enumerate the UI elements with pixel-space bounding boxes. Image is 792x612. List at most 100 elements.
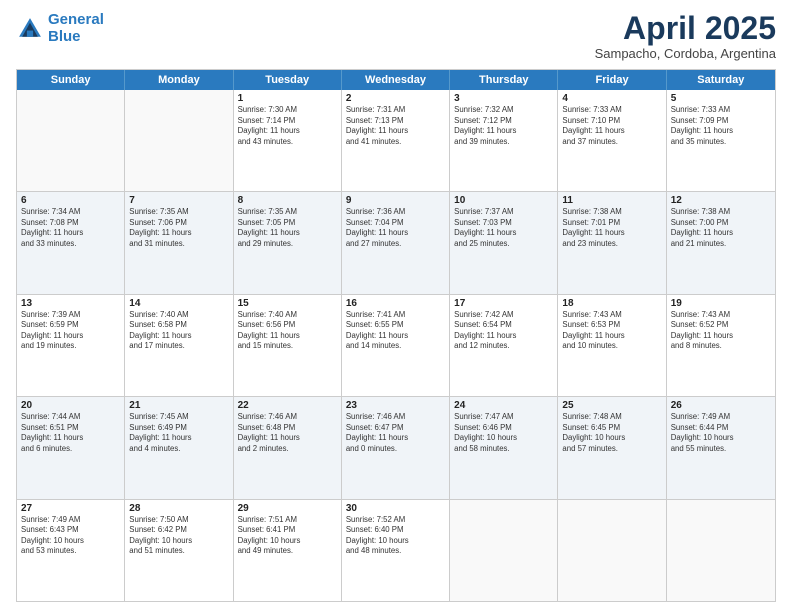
day-cell-15: 15Sunrise: 7:40 AM Sunset: 6:56 PM Dayli… <box>234 295 342 396</box>
sun-info: Sunrise: 7:49 AM Sunset: 6:43 PM Dayligh… <box>21 515 120 557</box>
empty-cell <box>558 500 666 601</box>
empty-cell <box>125 90 233 191</box>
day-number: 18 <box>562 298 661 309</box>
sun-info: Sunrise: 7:40 AM Sunset: 6:56 PM Dayligh… <box>238 310 337 352</box>
day-number: 8 <box>238 195 337 206</box>
header-thursday: Thursday <box>450 70 558 90</box>
day-cell-24: 24Sunrise: 7:47 AM Sunset: 6:46 PM Dayli… <box>450 397 558 498</box>
day-cell-20: 20Sunrise: 7:44 AM Sunset: 6:51 PM Dayli… <box>17 397 125 498</box>
day-cell-10: 10Sunrise: 7:37 AM Sunset: 7:03 PM Dayli… <box>450 192 558 293</box>
day-number: 26 <box>671 400 771 411</box>
header-sunday: Sunday <box>17 70 125 90</box>
sun-info: Sunrise: 7:41 AM Sunset: 6:55 PM Dayligh… <box>346 310 445 352</box>
day-number: 25 <box>562 400 661 411</box>
header-wednesday: Wednesday <box>342 70 450 90</box>
calendar-row-4: 20Sunrise: 7:44 AM Sunset: 6:51 PM Dayli… <box>17 397 775 499</box>
calendar-row-2: 6Sunrise: 7:34 AM Sunset: 7:08 PM Daylig… <box>17 192 775 294</box>
sun-info: Sunrise: 7:33 AM Sunset: 7:10 PM Dayligh… <box>562 105 661 147</box>
sun-info: Sunrise: 7:42 AM Sunset: 6:54 PM Dayligh… <box>454 310 553 352</box>
calendar: Sunday Monday Tuesday Wednesday Thursday… <box>16 69 776 602</box>
day-number: 13 <box>21 298 120 309</box>
day-number: 1 <box>238 93 337 104</box>
day-cell-16: 16Sunrise: 7:41 AM Sunset: 6:55 PM Dayli… <box>342 295 450 396</box>
day-cell-21: 21Sunrise: 7:45 AM Sunset: 6:49 PM Dayli… <box>125 397 233 498</box>
header-friday: Friday <box>558 70 666 90</box>
header-saturday: Saturday <box>667 70 775 90</box>
day-number: 14 <box>129 298 228 309</box>
day-cell-1: 1Sunrise: 7:30 AM Sunset: 7:14 PM Daylig… <box>234 90 342 191</box>
sun-info: Sunrise: 7:46 AM Sunset: 6:47 PM Dayligh… <box>346 412 445 454</box>
calendar-header: Sunday Monday Tuesday Wednesday Thursday… <box>17 70 775 90</box>
day-number: 19 <box>671 298 771 309</box>
sun-info: Sunrise: 7:31 AM Sunset: 7:13 PM Dayligh… <box>346 105 445 147</box>
day-number: 7 <box>129 195 228 206</box>
day-number: 9 <box>346 195 445 206</box>
logo: General Blue <box>16 12 104 45</box>
logo-line2: Blue <box>48 28 81 45</box>
day-number: 22 <box>238 400 337 411</box>
sun-info: Sunrise: 7:32 AM Sunset: 7:12 PM Dayligh… <box>454 105 553 147</box>
day-number: 21 <box>129 400 228 411</box>
day-number: 6 <box>21 195 120 206</box>
sun-info: Sunrise: 7:37 AM Sunset: 7:03 PM Dayligh… <box>454 207 553 249</box>
day-cell-7: 7Sunrise: 7:35 AM Sunset: 7:06 PM Daylig… <box>125 192 233 293</box>
header-tuesday: Tuesday <box>234 70 342 90</box>
day-number: 3 <box>454 93 553 104</box>
day-number: 23 <box>346 400 445 411</box>
sun-info: Sunrise: 7:46 AM Sunset: 6:48 PM Dayligh… <box>238 412 337 454</box>
day-number: 27 <box>21 503 120 514</box>
day-cell-28: 28Sunrise: 7:50 AM Sunset: 6:42 PM Dayli… <box>125 500 233 601</box>
sun-info: Sunrise: 7:51 AM Sunset: 6:41 PM Dayligh… <box>238 515 337 557</box>
day-number: 30 <box>346 503 445 514</box>
logo-text: General Blue <box>48 12 104 45</box>
sun-info: Sunrise: 7:38 AM Sunset: 7:00 PM Dayligh… <box>671 207 771 249</box>
title-block: April 2025 Sampacho, Cordoba, Argentina <box>595 12 776 61</box>
sun-info: Sunrise: 7:39 AM Sunset: 6:59 PM Dayligh… <box>21 310 120 352</box>
header-monday: Monday <box>125 70 233 90</box>
day-number: 17 <box>454 298 553 309</box>
day-number: 11 <box>562 195 661 206</box>
sun-info: Sunrise: 7:49 AM Sunset: 6:44 PM Dayligh… <box>671 412 771 454</box>
title-month: April 2025 <box>595 12 776 44</box>
day-number: 4 <box>562 93 661 104</box>
day-cell-22: 22Sunrise: 7:46 AM Sunset: 6:48 PM Dayli… <box>234 397 342 498</box>
day-cell-13: 13Sunrise: 7:39 AM Sunset: 6:59 PM Dayli… <box>17 295 125 396</box>
day-cell-23: 23Sunrise: 7:46 AM Sunset: 6:47 PM Dayli… <box>342 397 450 498</box>
sun-info: Sunrise: 7:30 AM Sunset: 7:14 PM Dayligh… <box>238 105 337 147</box>
day-number: 12 <box>671 195 771 206</box>
sun-info: Sunrise: 7:52 AM Sunset: 6:40 PM Dayligh… <box>346 515 445 557</box>
empty-cell <box>667 500 775 601</box>
day-cell-2: 2Sunrise: 7:31 AM Sunset: 7:13 PM Daylig… <box>342 90 450 191</box>
header: General Blue April 2025 Sampacho, Cordob… <box>16 12 776 61</box>
day-cell-5: 5Sunrise: 7:33 AM Sunset: 7:09 PM Daylig… <box>667 90 775 191</box>
day-number: 2 <box>346 93 445 104</box>
sun-info: Sunrise: 7:38 AM Sunset: 7:01 PM Dayligh… <box>562 207 661 249</box>
day-cell-3: 3Sunrise: 7:32 AM Sunset: 7:12 PM Daylig… <box>450 90 558 191</box>
day-number: 15 <box>238 298 337 309</box>
day-number: 29 <box>238 503 337 514</box>
day-cell-17: 17Sunrise: 7:42 AM Sunset: 6:54 PM Dayli… <box>450 295 558 396</box>
sun-info: Sunrise: 7:43 AM Sunset: 6:52 PM Dayligh… <box>671 310 771 352</box>
day-cell-26: 26Sunrise: 7:49 AM Sunset: 6:44 PM Dayli… <box>667 397 775 498</box>
day-cell-18: 18Sunrise: 7:43 AM Sunset: 6:53 PM Dayli… <box>558 295 666 396</box>
sun-info: Sunrise: 7:44 AM Sunset: 6:51 PM Dayligh… <box>21 412 120 454</box>
calendar-row-3: 13Sunrise: 7:39 AM Sunset: 6:59 PM Dayli… <box>17 295 775 397</box>
logo-line1: General <box>48 11 104 28</box>
day-cell-14: 14Sunrise: 7:40 AM Sunset: 6:58 PM Dayli… <box>125 295 233 396</box>
day-number: 16 <box>346 298 445 309</box>
day-number: 28 <box>129 503 228 514</box>
calendar-row-1: 1Sunrise: 7:30 AM Sunset: 7:14 PM Daylig… <box>17 90 775 192</box>
day-cell-27: 27Sunrise: 7:49 AM Sunset: 6:43 PM Dayli… <box>17 500 125 601</box>
day-number: 10 <box>454 195 553 206</box>
sun-info: Sunrise: 7:47 AM Sunset: 6:46 PM Dayligh… <box>454 412 553 454</box>
sun-info: Sunrise: 7:48 AM Sunset: 6:45 PM Dayligh… <box>562 412 661 454</box>
day-cell-4: 4Sunrise: 7:33 AM Sunset: 7:10 PM Daylig… <box>558 90 666 191</box>
day-cell-25: 25Sunrise: 7:48 AM Sunset: 6:45 PM Dayli… <box>558 397 666 498</box>
calendar-body: 1Sunrise: 7:30 AM Sunset: 7:14 PM Daylig… <box>17 90 775 601</box>
title-location: Sampacho, Cordoba, Argentina <box>595 46 776 61</box>
sun-info: Sunrise: 7:40 AM Sunset: 6:58 PM Dayligh… <box>129 310 228 352</box>
sun-info: Sunrise: 7:34 AM Sunset: 7:08 PM Dayligh… <box>21 207 120 249</box>
sun-info: Sunrise: 7:50 AM Sunset: 6:42 PM Dayligh… <box>129 515 228 557</box>
day-cell-8: 8Sunrise: 7:35 AM Sunset: 7:05 PM Daylig… <box>234 192 342 293</box>
calendar-row-5: 27Sunrise: 7:49 AM Sunset: 6:43 PM Dayli… <box>17 500 775 601</box>
